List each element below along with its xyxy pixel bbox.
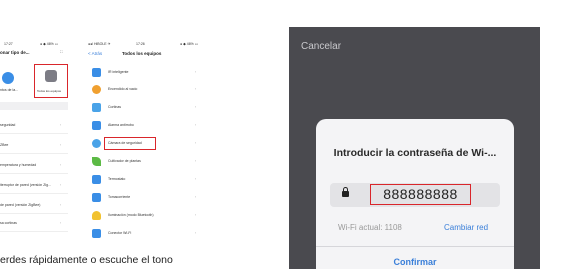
chevron-right-icon: › bbox=[195, 231, 197, 235]
list-item-highlighted[interactable]: Cámara de seguridad › bbox=[90, 135, 214, 154]
change-network-button[interactable]: Cambiar red bbox=[444, 223, 488, 232]
status-time: 17:26 bbox=[136, 42, 145, 46]
chevron-right-icon: › bbox=[60, 143, 62, 147]
chevron-right-icon: › bbox=[195, 195, 197, 199]
section-divider bbox=[0, 102, 68, 110]
thermostat-icon bbox=[92, 175, 101, 184]
camera-icon bbox=[92, 139, 101, 148]
instruction-caption: erdes rápidamente o escuche el tono bbox=[0, 254, 173, 266]
list-item-label: IR inteligente bbox=[108, 70, 129, 74]
chevron-right-icon: › bbox=[195, 87, 197, 91]
cancel-button[interactable]: Cancelar bbox=[301, 41, 341, 52]
all-devices-label: Todos los equipos bbox=[37, 89, 62, 93]
lamp-icon bbox=[92, 211, 101, 220]
status-carrier: ●●l HiBOLE ✈ bbox=[88, 42, 111, 46]
chevron-right-icon: › bbox=[195, 123, 197, 127]
chevron-right-icon: › bbox=[60, 123, 62, 127]
socket-icon bbox=[92, 193, 101, 202]
list-item[interactable]: Termostato › bbox=[90, 171, 214, 190]
list-item-label: Conector Wi-Fi bbox=[108, 231, 132, 235]
list-item[interactable]: Cortinas › bbox=[90, 99, 214, 118]
confirm-button[interactable]: Confirmar bbox=[316, 257, 514, 267]
expand-icon[interactable]: ⛶ bbox=[60, 50, 62, 54]
list-item[interactable]: Cultivador de plantas › bbox=[90, 153, 214, 172]
status-icons: ● ◆ 46% ▭ bbox=[180, 42, 199, 46]
list-item[interactable]: Tomacorriente › bbox=[90, 189, 214, 208]
list-item-label: Termostato bbox=[108, 177, 126, 181]
status-time: 17:27 bbox=[4, 42, 13, 46]
curtain-icon bbox=[92, 103, 101, 112]
list-item[interactable]: iterruptor de pared (versión Zig... › bbox=[0, 178, 68, 194]
plant-icon bbox=[92, 157, 101, 166]
dialog-title: Introducir la contraseña de Wi-... bbox=[333, 147, 497, 159]
password-input[interactable]: 888888888 bbox=[330, 183, 500, 207]
list-item-label: Cortinas bbox=[108, 105, 122, 109]
chevron-right-icon: › bbox=[60, 183, 62, 187]
phone-screenshot-wifi-password: Cancelar Introducir la contraseña de Wi-… bbox=[289, 27, 540, 269]
list-item-label: emperatura y humedad bbox=[0, 163, 37, 167]
list-item-label: iterruptor de pared (versión Zig... bbox=[0, 183, 51, 187]
list-item-label: Tomacorriente bbox=[108, 195, 131, 199]
status-icons: ● ◆ 46% ▭ bbox=[40, 42, 59, 46]
category-icon[interactable] bbox=[2, 72, 14, 84]
lock-icon bbox=[342, 187, 349, 197]
devices-icon bbox=[45, 70, 57, 82]
chevron-right-icon: › bbox=[60, 203, 62, 207]
chevron-right-icon: › bbox=[195, 213, 197, 217]
list-item[interactable]: sa cortinas › bbox=[0, 216, 68, 232]
chevron-right-icon: › bbox=[195, 105, 197, 109]
list-item[interactable]: Conector Wi-Fi › bbox=[90, 225, 214, 240]
current-wifi-label: Wi-Fi actual: 1108 bbox=[338, 223, 402, 232]
list-item[interactable]: seguridad › bbox=[0, 118, 68, 134]
all-devices-tile[interactable]: Todos los equipos bbox=[34, 64, 68, 98]
chevron-right-icon: › bbox=[60, 163, 62, 167]
list-item-label: Cámara de seguridad bbox=[108, 141, 142, 145]
list-item-label: Cultivador de plantas bbox=[108, 159, 141, 163]
phone-screenshot-device-type: 17:27 ● ◆ 46% ▭ onar tipo de... ⛶ ntos d… bbox=[0, 40, 68, 240]
chevron-right-icon: › bbox=[195, 177, 197, 181]
list-item-label: Alarma antirrobo bbox=[108, 123, 134, 127]
alarm-icon bbox=[92, 121, 101, 130]
list-item-label: Iluminación (modo Bluetooth) bbox=[108, 213, 154, 217]
wifi-plug-icon bbox=[92, 229, 101, 238]
list-item[interactable]: emperatura y humedad › bbox=[0, 158, 68, 174]
tile-label: ntos de la... bbox=[0, 88, 19, 92]
list-item-label: de pared (versión ZigBee) bbox=[0, 203, 41, 207]
chevron-right-icon: › bbox=[195, 141, 197, 145]
page-title: onar tipo de... bbox=[0, 50, 30, 55]
list-item-label: seguridad bbox=[0, 123, 16, 127]
list-item[interactable]: Alarma antirrobo › bbox=[90, 117, 214, 136]
list-item[interactable]: de pared (versión ZigBee) › bbox=[0, 198, 68, 214]
chevron-right-icon: › bbox=[195, 70, 197, 74]
phone-screenshot-all-devices: ●●l HiBOLE ✈ 17:26 ● ◆ 46% ▭ < Atrás Tod… bbox=[84, 40, 214, 240]
chevron-right-icon: › bbox=[195, 159, 197, 163]
list-item[interactable]: ZBee › bbox=[0, 138, 68, 154]
chevron-right-icon: › bbox=[60, 221, 62, 225]
list-item[interactable]: Iluminación (modo Bluetooth) › bbox=[90, 207, 214, 226]
list-item[interactable]: Encendido al vacio › bbox=[90, 81, 214, 100]
bulb-icon bbox=[92, 85, 101, 94]
back-button[interactable]: < Atrás bbox=[88, 51, 102, 56]
list-item-label: ZBee bbox=[0, 143, 9, 147]
divider bbox=[316, 246, 514, 247]
list-item-label: sa cortinas bbox=[0, 221, 17, 225]
list-item-label: Encendido al vacio bbox=[108, 87, 138, 91]
wifi-password-dialog: Introducir la contraseña de Wi-... 88888… bbox=[316, 119, 514, 269]
password-value: 888888888 bbox=[370, 184, 471, 205]
page-title: Todos los equipos bbox=[122, 51, 162, 56]
remote-icon bbox=[92, 68, 101, 77]
